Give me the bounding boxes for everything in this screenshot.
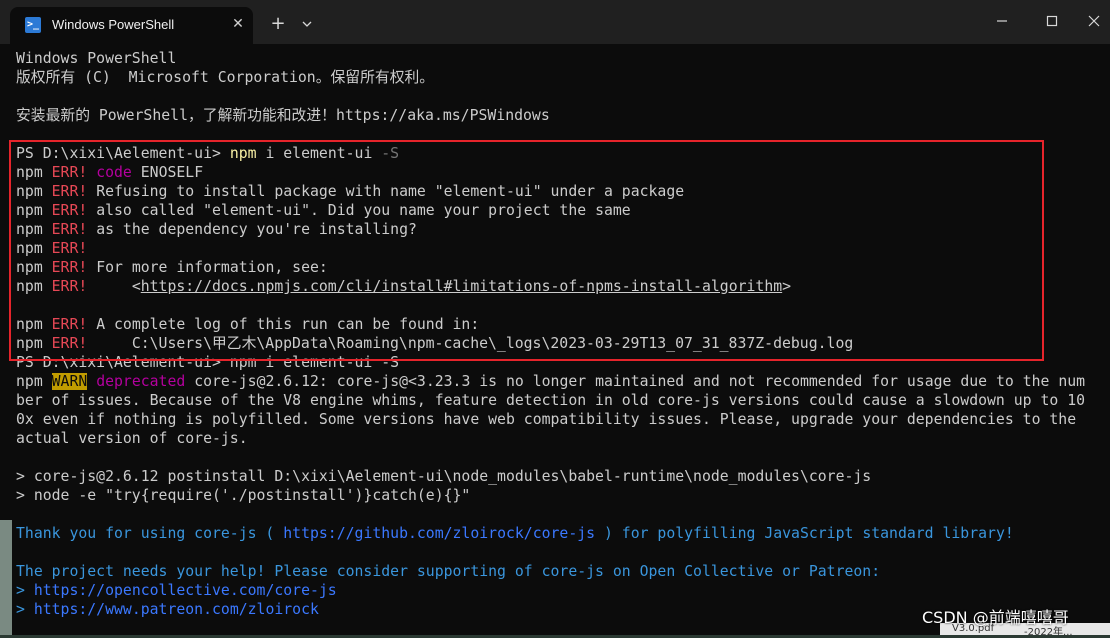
code-label: code xyxy=(96,164,132,181)
npm-label: npm xyxy=(16,164,52,181)
error-line: npm ERR! also called "element-ui". Did y… xyxy=(16,201,1106,220)
tab-title: Windows PowerShell xyxy=(52,17,175,32)
npm-label: npm xyxy=(16,316,52,333)
error-line: npm ERR! xyxy=(16,239,1106,258)
support-line: The project needs your help! Please cons… xyxy=(16,563,881,580)
postinstall-line: > node -e "try{require('./postinstall')}… xyxy=(16,487,471,504)
thanks-text: Thank you for using core-js ( xyxy=(16,525,284,542)
patreon-link[interactable]: https://www.patreon.com/zloirock xyxy=(34,601,319,618)
err-label: ERR! xyxy=(51,202,88,219)
warn-line: ber of issues. Because of the V8 engine … xyxy=(16,392,1086,409)
terminal-line: 版权所有 (C) Microsoft Corporation。保留所有权利。 xyxy=(16,69,435,86)
warn-text: core-js@2.6.12: core-js@<3.23.3 is no lo… xyxy=(185,373,1086,390)
prompt-line: PS D:\xixi\Aelement-ui> npm i element-ui… xyxy=(16,144,1106,163)
error-line: npm ERR! <https://docs.npmjs.com/cli/ins… xyxy=(16,277,1106,296)
maximize-icon[interactable] xyxy=(1040,10,1064,32)
error-text: Refusing to install package with name "e… xyxy=(87,183,685,200)
warn-badge: WARN xyxy=(51,373,88,390)
error-line: npm ERR! Refusing to install package wit… xyxy=(16,182,1106,201)
error-line: npm ERR! C:\Users\甲乙木\AppData\Roaming\np… xyxy=(16,334,1106,353)
error-line: npm ERR! A complete log of this run can … xyxy=(16,315,1106,334)
error-line: npm ERR! code ENOSELF xyxy=(16,163,1106,182)
err-label: ERR! xyxy=(51,335,88,352)
terminal-line: 安装最新的 PowerShell，了解新功能和改进！https://aka.ms… xyxy=(16,107,550,124)
prompt: PS D:\xixi\Aelement-ui> xyxy=(16,145,230,162)
docs-link[interactable]: https://docs.npmjs.com/cli/install#limit… xyxy=(141,278,782,295)
err-label: ERR! xyxy=(51,316,88,333)
terminal-line: Windows PowerShell xyxy=(16,50,177,67)
new-tab-button[interactable]: + xyxy=(266,14,290,34)
github-link[interactable]: https://github.com/zloirock/core-js xyxy=(283,525,595,542)
link-prefix: > xyxy=(16,582,34,599)
close-icon[interactable] xyxy=(1082,10,1106,32)
prompt-line: PS D:\xixi\Aelement-ui> npm i element-ui… xyxy=(16,354,400,371)
error-text: A complete log of this run can be found … xyxy=(87,316,480,333)
npm-label: npm xyxy=(16,335,52,352)
npm-label: npm xyxy=(16,202,52,219)
error-line: npm ERR! For more information, see: xyxy=(16,258,1106,277)
npm-label: npm xyxy=(16,221,52,238)
deprecated-label: deprecated xyxy=(96,373,186,390)
npm-label: npm xyxy=(16,183,52,200)
postinstall-line: > core-js@2.6.12 postinstall D:\xixi\Ael… xyxy=(16,468,872,485)
err-label: ERR! xyxy=(51,259,88,276)
watermark: CSDN @前端嘻嘻哥 xyxy=(922,608,1069,627)
npm-label: npm xyxy=(16,278,52,295)
error-text: For more information, see: xyxy=(87,259,328,276)
err-label: ERR! xyxy=(51,183,88,200)
log-path: C:\Users\甲乙木\AppData\Roaming\npm-cache\_… xyxy=(87,335,854,352)
error-text: < xyxy=(87,278,141,295)
error-text: as the dependency you're installing? xyxy=(87,221,417,238)
error-code: ENOSELF xyxy=(131,164,204,181)
command-name: npm xyxy=(229,145,257,162)
link-line: > https://opencollective.com/core-js xyxy=(16,581,1106,600)
error-text: > xyxy=(782,278,792,295)
chevron-down-icon[interactable] xyxy=(298,15,316,33)
err-label: ERR! xyxy=(51,164,88,181)
npm-label: npm xyxy=(16,373,52,390)
link-prefix: > xyxy=(16,601,34,618)
background-window-edge xyxy=(0,520,12,635)
npm-label: npm xyxy=(16,240,52,257)
minimize-icon[interactable] xyxy=(990,10,1014,32)
warn-line: actual version of core-js. xyxy=(16,430,248,447)
powershell-icon: >_ xyxy=(25,17,41,33)
tab-close-icon[interactable]: ✕ xyxy=(230,16,246,32)
error-line: npm ERR! as the dependency you're instal… xyxy=(16,220,1106,239)
warn-line: npm WARN deprecated core-js@2.6.12: core… xyxy=(16,372,1106,391)
thanks-text: ) for polyfilling JavaScript standard li… xyxy=(595,525,1014,542)
err-label: ERR! xyxy=(51,278,88,295)
powershell-window: >_ Windows PowerShell ✕ + Windows PowerS… xyxy=(0,0,1110,635)
npm-label: npm xyxy=(16,259,52,276)
err-label: ERR! xyxy=(51,221,88,238)
error-text: also called "element-ui". Did you name y… xyxy=(87,202,631,219)
err-label: ERR! xyxy=(51,240,88,257)
tab-windows-powershell[interactable]: >_ Windows PowerShell ✕ xyxy=(10,7,253,44)
title-bar[interactable]: >_ Windows PowerShell ✕ + xyxy=(0,0,1110,44)
thanks-line: Thank you for using core-js ( https://gi… xyxy=(16,524,1106,543)
terminal-output[interactable]: Windows PowerShell 版权所有 (C) Microsoft Co… xyxy=(16,49,1106,619)
command-flag: -S xyxy=(381,145,400,162)
command-args: i element-ui xyxy=(256,145,382,162)
opencollective-link[interactable]: https://opencollective.com/core-js xyxy=(34,582,337,599)
warn-line: 0x even if nothing is polyfilled. Some v… xyxy=(16,411,1077,428)
